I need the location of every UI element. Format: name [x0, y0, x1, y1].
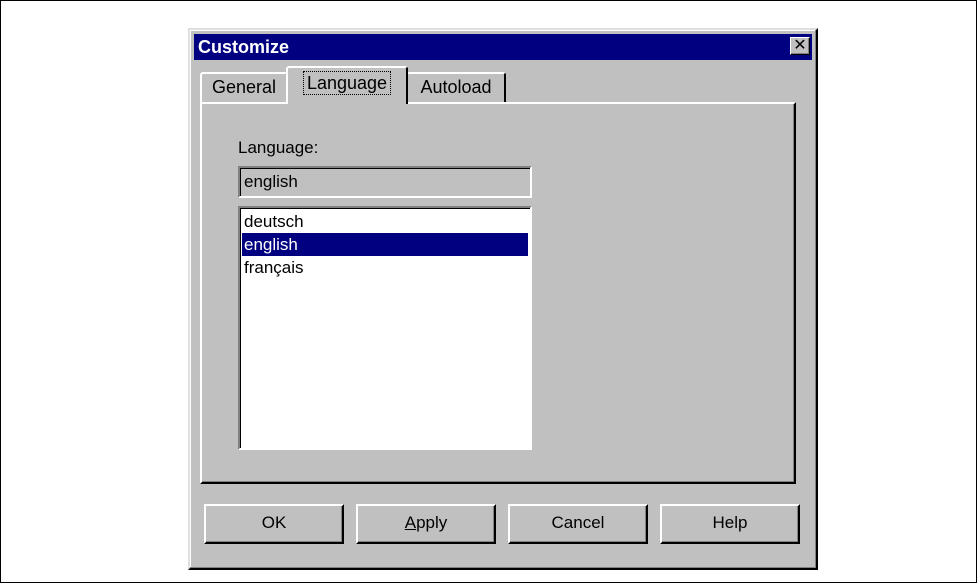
language-tab-panel: Language: english deutsch english frança… — [200, 102, 796, 484]
language-listbox[interactable]: deutsch english français — [238, 206, 532, 450]
apply-mnemonic: A — [404, 513, 417, 532]
tab-language[interactable]: Language — [286, 66, 408, 104]
customize-dialog: Customize ✕ General Language Autoload La… — [188, 28, 818, 570]
ok-button-label: OK — [261, 513, 287, 532]
help-button-label: Help — [712, 513, 748, 532]
tab-language-label: Language — [302, 71, 392, 95]
tab-general[interactable]: General — [200, 72, 288, 102]
language-label: Language: — [238, 138, 319, 157]
tab-autoload-label: Autoload — [420, 77, 492, 97]
list-item-deutsch[interactable]: deutsch — [242, 210, 528, 233]
list-item-english[interactable]: english — [242, 233, 528, 256]
list-item-francais[interactable]: français — [242, 256, 528, 279]
language-current-field: english — [238, 166, 532, 198]
close-button[interactable]: ✕ — [790, 37, 810, 55]
tab-autoload[interactable]: Autoload — [406, 72, 506, 102]
ok-button[interactable]: OK — [204, 504, 344, 544]
window-title: Customize — [198, 37, 290, 57]
apply-button[interactable]: Apply — [356, 504, 496, 544]
help-button[interactable]: Help — [660, 504, 800, 544]
cancel-button-label: Cancel — [551, 513, 605, 532]
apply-button-label: pply — [416, 513, 448, 532]
cancel-button[interactable]: Cancel — [508, 504, 648, 544]
close-icon: ✕ — [793, 37, 807, 54]
tab-general-label: General — [211, 77, 277, 97]
title-bar: Customize ✕ — [194, 34, 812, 60]
